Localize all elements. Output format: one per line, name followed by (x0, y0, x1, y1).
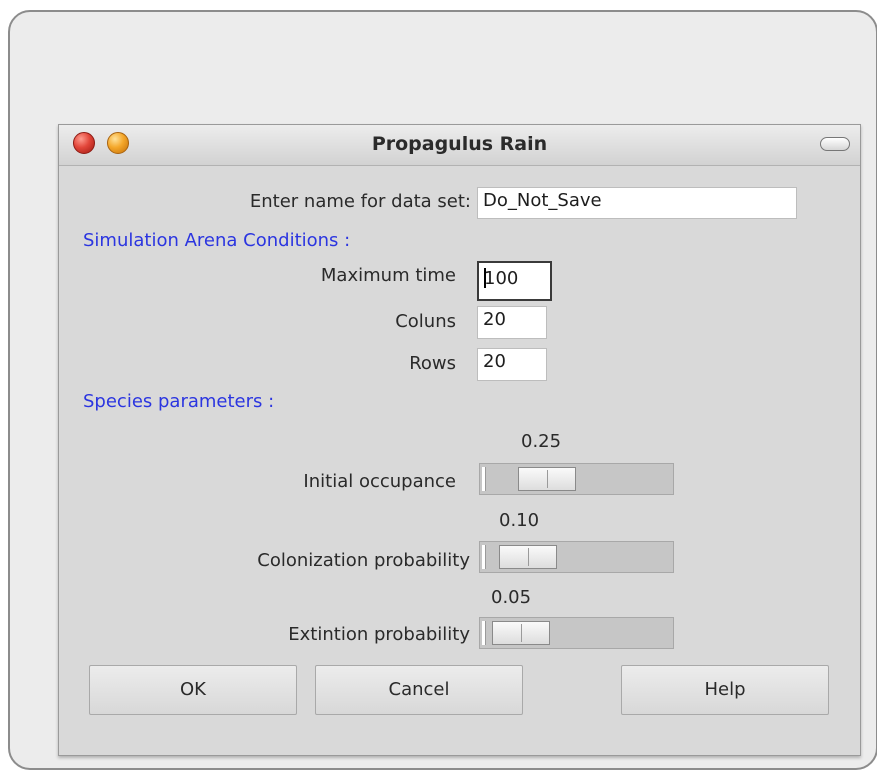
extinction-probability-value: 0.05 (491, 587, 532, 608)
max-time-label: Maximum time (320, 265, 456, 286)
max-time-value: 100 (484, 268, 519, 289)
zoom-pill-icon[interactable] (820, 137, 850, 151)
extinction-probability-slider[interactable] (479, 617, 674, 649)
help-button[interactable]: Help (621, 665, 829, 715)
dataset-name-label: Enter name for data set: (249, 191, 471, 212)
ok-button[interactable]: OK (89, 665, 297, 715)
propagulus-rain-dialog: Propagulus Rain Enter name for data set:… (58, 124, 861, 756)
species-section-heading: Species parameters : (83, 391, 275, 412)
colonization-probability-label: Colonization probability (257, 550, 470, 571)
initial-occupance-label: Initial occupance (303, 471, 456, 492)
slider-track-edge (482, 621, 486, 645)
initial-occupance-value: 0.25 (521, 431, 562, 452)
cancel-button[interactable]: Cancel (315, 665, 523, 715)
rows-label: Rows (409, 353, 456, 374)
initial-occupance-slider[interactable] (479, 463, 674, 495)
title-bar[interactable]: Propagulus Rain (59, 125, 860, 166)
columns-input[interactable]: 20 (477, 306, 547, 339)
extinction-probability-slider-thumb[interactable] (492, 621, 551, 645)
colonization-probability-slider-thumb[interactable] (498, 545, 557, 569)
dataset-name-input[interactable]: Do_Not_Save (477, 187, 797, 219)
slider-track-edge (482, 467, 486, 491)
colonization-probability-slider[interactable] (479, 541, 674, 573)
slider-track-edge (482, 545, 486, 569)
arena-section-heading: Simulation Arena Conditions : (83, 230, 351, 251)
screenshot-frame: Propagulus Rain Enter name for data set:… (8, 10, 877, 770)
initial-occupance-slider-thumb[interactable] (517, 467, 576, 491)
columns-label: Coluns (395, 311, 456, 332)
max-time-input[interactable]: 100 (477, 261, 552, 301)
rows-input[interactable]: 20 (477, 348, 547, 381)
extinction-probability-label: Extintion probability (288, 624, 470, 645)
window-title: Propagulus Rain (371, 133, 548, 155)
colonization-probability-value: 0.10 (499, 510, 540, 531)
